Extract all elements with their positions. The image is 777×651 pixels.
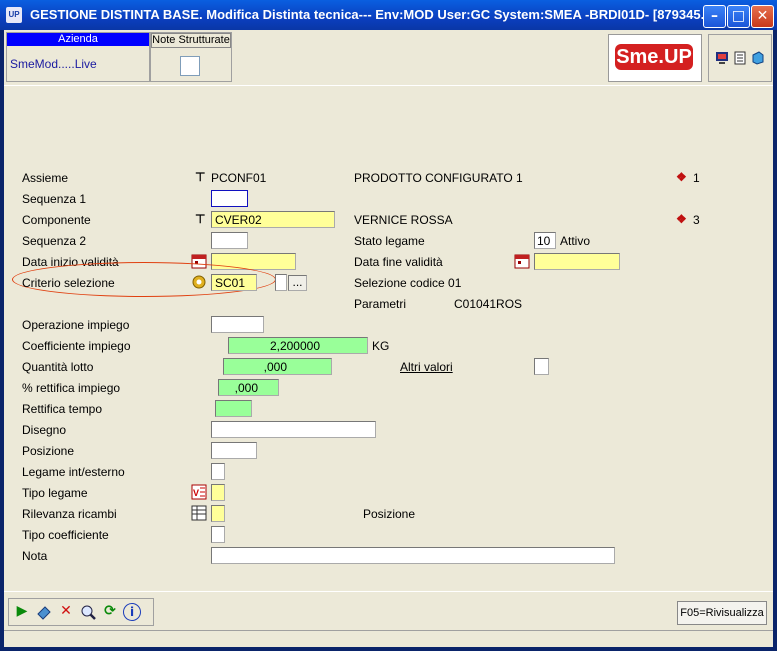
status-bar (4, 630, 773, 647)
quantita-input[interactable]: ,000 (223, 358, 332, 375)
stato-legame-input[interactable]: 10 (534, 232, 556, 249)
criterio-description: Selezione codice 01 (354, 276, 462, 290)
componente-input[interactable]: CVER02 (211, 211, 335, 228)
altri-valori-link[interactable]: Altri valori (400, 360, 453, 374)
sequenza1-label: Sequenza 1 (22, 192, 87, 206)
close-button[interactable]: ✕ (751, 5, 774, 28)
quantita-label: Quantità lotto (22, 360, 94, 374)
legame-input[interactable] (211, 463, 225, 480)
play-icon[interactable]: ▶ (13, 603, 31, 621)
header-icons (708, 34, 772, 82)
note-checkbox[interactable] (180, 56, 200, 76)
tipo-legame-label: Tipo legame (22, 486, 88, 500)
window-title: GESTIONE DISTINTA BASE. Modifica Distint… (30, 7, 712, 22)
criterio-input[interactable]: SC01 (211, 274, 257, 291)
coefficiente-input[interactable]: 2,200000 (228, 337, 368, 354)
operazione-input[interactable] (211, 316, 264, 333)
note-label: Note Strutturate (151, 33, 231, 48)
info-icon[interactable]: i (123, 603, 141, 621)
pin-icon: ⊤ (195, 170, 206, 184)
posizione-label: Posizione (22, 444, 75, 458)
eraser-icon[interactable] (35, 603, 53, 621)
minimize-button[interactable]: – (703, 5, 726, 28)
pin-icon: ⊤ (195, 212, 206, 226)
assieme-count: 1 (693, 171, 700, 185)
data-fine-input[interactable] (534, 253, 620, 270)
calendar-icon[interactable] (514, 253, 530, 269)
value-list-icon[interactable]: V (191, 484, 207, 500)
svg-text:V: V (193, 488, 199, 498)
search-list-icon[interactable] (191, 274, 207, 290)
f05-refresh-button[interactable]: F05=Rivisualizza (677, 601, 767, 625)
note-box: Note Strutturate (150, 32, 232, 82)
nota-input[interactable] (211, 547, 615, 564)
azienda-box: Azienda SmeMod.....Live (6, 32, 150, 82)
tipo-coeff-label: Tipo coefficiente (22, 528, 109, 542)
title-bar: UP GESTIONE DISTINTA BASE. Modifica Dist… (0, 0, 777, 30)
rilevanza-input[interactable] (211, 505, 225, 522)
grid-list-icon[interactable] (191, 505, 207, 521)
action-buttons: ▶ ✕ ⟳ i (8, 598, 154, 626)
coefficiente-unit: KG (372, 339, 390, 353)
parametri-value: C01041ROS (454, 297, 523, 311)
stato-legame-label: Stato legame (354, 234, 425, 248)
stato-legame-text: Attivo (560, 234, 591, 248)
rilevanza-text: Posizione (363, 507, 416, 521)
refresh-icon[interactable]: ⟳ (101, 603, 119, 621)
app-icon[interactable]: UP (6, 7, 22, 23)
sequenza2-input[interactable] (211, 232, 248, 249)
assieme-label: Assieme (22, 171, 69, 185)
criterio-lookup-button[interactable]: ... (288, 275, 307, 291)
criterio-checkbox[interactable] (275, 274, 287, 291)
altri-valori-checkbox[interactable] (534, 358, 549, 375)
data-fine-label: Data fine validità (354, 255, 443, 269)
componente-description: VERNICE ROSSA (354, 213, 453, 227)
componente-count: 3 (693, 213, 700, 227)
legame-label: Legame int/esterno (22, 465, 125, 479)
delete-icon[interactable]: ✕ (57, 603, 75, 621)
assieme-code: PCONF01 (211, 171, 267, 185)
smeup-logo: Sme.UP (608, 34, 702, 82)
operazione-label: Operazione impiego (22, 318, 130, 332)
azienda-value: SmeMod.....Live (10, 57, 97, 71)
box-icon[interactable]: ❖ (676, 212, 687, 226)
document-icon[interactable] (733, 51, 747, 65)
cube-icon[interactable] (751, 51, 765, 65)
componente-label: Componente (22, 213, 91, 227)
header-bar: Azienda SmeMod.....Live Note Strutturate… (4, 30, 773, 86)
app-window: UP GESTIONE DISTINTA BASE. Modifica Dist… (0, 0, 777, 651)
tipo-coeff-input[interactable] (211, 526, 225, 543)
maximize-button[interactable]: □ (727, 5, 750, 28)
monitor-icon[interactable] (715, 51, 729, 65)
assieme-description: PRODOTTO CONFIGURATO 1 (354, 171, 523, 185)
rilevanza-label: Rilevanza ricambi (22, 507, 117, 521)
azienda-label: Azienda (7, 33, 149, 46)
coefficiente-label: Coefficiente impiego (22, 339, 131, 353)
search-icon[interactable] (79, 603, 97, 621)
tipo-legame-input[interactable] (211, 484, 225, 501)
rettifica-pct-label: % rettifica impiego (22, 381, 121, 395)
rettifica-pct-input[interactable]: ,000 (218, 379, 279, 396)
nota-label: Nota (22, 549, 48, 563)
disegno-label: Disegno (22, 423, 67, 437)
disegno-input[interactable] (211, 421, 376, 438)
rettifica-tempo-input[interactable] (215, 400, 252, 417)
bottom-toolbar: ▶ ✕ ⟳ i F05=Rivisualizza (4, 591, 773, 627)
posizione-input[interactable] (211, 442, 257, 459)
client-area: Azienda SmeMod.....Live Note Strutturate… (4, 30, 773, 647)
parametri-label: Parametri (354, 297, 407, 311)
sequenza2-label: Sequenza 2 (22, 234, 87, 248)
criterio-label: Criterio selezione (22, 276, 115, 290)
sequenza1-input[interactable] (211, 190, 248, 207)
rettifica-tempo-label: Rettifica tempo (22, 402, 103, 416)
box-icon[interactable]: ❖ (676, 170, 687, 184)
